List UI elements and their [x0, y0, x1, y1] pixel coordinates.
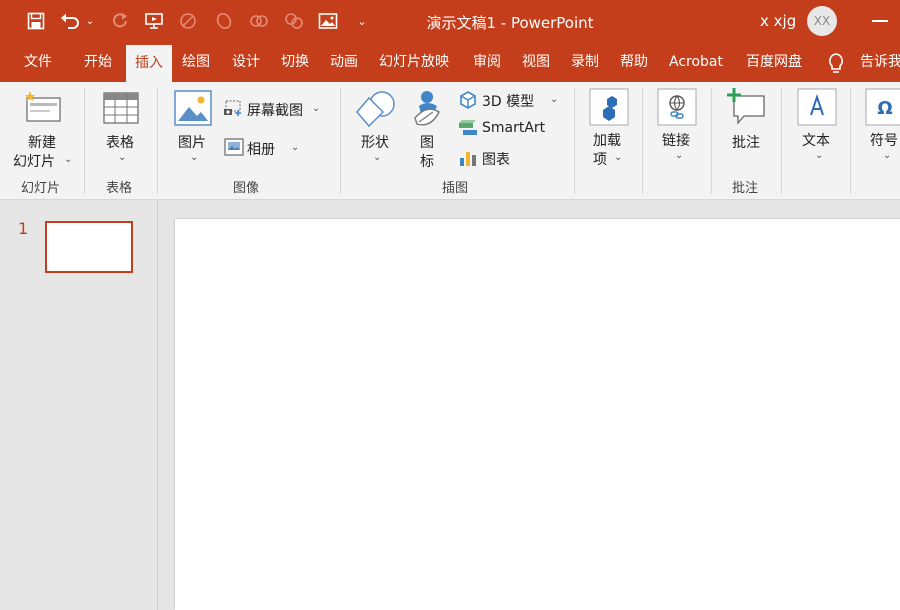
chevron-down-icon[interactable]: ⌄	[550, 94, 558, 105]
group-separator	[850, 88, 851, 194]
tab-draw[interactable]: 绘图	[182, 42, 210, 82]
album-label[interactable]: 相册	[247, 139, 275, 159]
title-bar: ⌄ ⌄ 演示文稿1 - PowerPoint x xjg XX	[0, 0, 900, 42]
lightbulb-icon[interactable]	[826, 52, 846, 78]
group-label-illustrations: 插图	[442, 181, 469, 196]
chevron-down-icon[interactable]: ⌄	[614, 152, 622, 163]
slide-number: 1	[18, 219, 29, 238]
group-label-images: 图像	[233, 181, 260, 196]
smartart-label[interactable]: SmartArt	[482, 120, 545, 136]
chevron-down-icon[interactable]: ⌄	[118, 152, 126, 163]
picture-icon[interactable]	[174, 90, 212, 130]
icons-label-2[interactable]: 标	[420, 151, 434, 171]
album-icon[interactable]	[224, 138, 244, 160]
addins-label-2[interactable]: 项	[593, 149, 607, 169]
link-label[interactable]: 链接	[662, 130, 690, 150]
tell-me-search[interactable]: 告诉我	[860, 42, 900, 82]
chevron-down-icon[interactable]: ⌄	[190, 152, 198, 163]
icons-label-1[interactable]: 图	[420, 132, 434, 152]
chevron-down-icon[interactable]: ⌄	[291, 142, 299, 153]
screenshot-label[interactable]: 屏幕截图	[247, 100, 303, 120]
group-separator	[340, 88, 341, 194]
group-separator	[84, 88, 85, 194]
new-slide-label-2[interactable]: 幻灯片	[13, 151, 55, 171]
group-separator	[642, 88, 643, 194]
chevron-down-icon[interactable]: ⌄	[64, 154, 72, 165]
chevron-down-icon[interactable]: ⌄	[815, 150, 823, 161]
user-name[interactable]: x xjg	[760, 12, 796, 30]
shapes-label[interactable]: 形状	[361, 132, 389, 152]
shapes-icon[interactable]	[355, 90, 397, 134]
slide-canvas[interactable]	[175, 219, 900, 610]
group-label-comments: 批注	[732, 181, 759, 196]
link-icon[interactable]	[657, 88, 697, 130]
new-slide-label-1[interactable]: 新建	[28, 132, 56, 152]
addins-label-1[interactable]: 加载	[593, 130, 621, 150]
comment-label[interactable]: 批注	[732, 132, 760, 152]
addins-icon[interactable]	[589, 88, 629, 130]
text-label[interactable]: 文本	[802, 130, 830, 150]
tab-insert[interactable]: 插入	[126, 45, 172, 82]
picture-label[interactable]: 图片	[178, 132, 206, 152]
tab-slideshow[interactable]: 幻灯片放映	[379, 42, 449, 82]
group-separator	[157, 88, 158, 194]
chevron-down-icon[interactable]: ⌄	[312, 103, 320, 114]
smartart-icon[interactable]	[458, 120, 478, 142]
table-icon[interactable]	[103, 92, 139, 128]
svg-text:Ω: Ω	[877, 98, 892, 119]
tab-help[interactable]: 帮助	[620, 42, 648, 82]
icons-icon[interactable]	[409, 88, 445, 132]
3d-model-icon[interactable]	[459, 91, 477, 113]
tab-review[interactable]: 审阅	[473, 42, 501, 82]
ribbon: 新建 幻灯片 ⌄ 幻灯片 表格 ⌄ 表格 图片 ⌄ 屏幕截图 ⌄ 相册 ⌄ 图像…	[0, 82, 900, 200]
symbol-label[interactable]: 符号	[870, 130, 898, 150]
chevron-down-icon[interactable]: ⌄	[883, 150, 891, 161]
symbol-icon[interactable]: Ω	[865, 88, 900, 130]
table-label[interactable]: 表格	[106, 132, 134, 152]
minimize-icon[interactable]	[872, 20, 888, 22]
chart-label[interactable]: 图表	[482, 149, 510, 169]
group-label-tables: 表格	[106, 181, 133, 196]
group-label-slides: 幻灯片	[21, 181, 61, 196]
slide-thumbnail[interactable]	[45, 221, 133, 273]
comment-icon[interactable]	[726, 88, 766, 130]
chevron-down-icon[interactable]: ⌄	[373, 152, 381, 163]
screenshot-icon[interactable]	[224, 99, 244, 121]
group-separator	[781, 88, 782, 194]
tab-acrobat[interactable]: Acrobat	[669, 42, 723, 82]
tab-file[interactable]: 文件	[24, 42, 52, 82]
tab-baidu[interactable]: 百度网盘	[746, 42, 802, 82]
3d-model-label[interactable]: 3D 模型	[482, 91, 534, 111]
tab-home[interactable]: 开始	[84, 42, 112, 82]
tab-view[interactable]: 视图	[522, 42, 550, 82]
text-icon[interactable]	[797, 88, 837, 130]
group-separator	[574, 88, 575, 194]
new-slide-icon[interactable]	[24, 90, 64, 128]
tab-record[interactable]: 录制	[571, 42, 599, 82]
tab-transitions[interactable]: 切换	[281, 42, 309, 82]
avatar[interactable]: XX	[807, 6, 837, 36]
group-separator	[711, 88, 712, 194]
ribbon-tabs: 文件 开始 插入 绘图 设计 切换 动画 幻灯片放映 审阅 视图 录制 帮助 A…	[0, 42, 900, 82]
tab-animations[interactable]: 动画	[330, 42, 358, 82]
chevron-down-icon[interactable]: ⌄	[675, 150, 683, 161]
tab-design[interactable]: 设计	[232, 42, 260, 82]
chart-icon[interactable]	[459, 149, 477, 171]
